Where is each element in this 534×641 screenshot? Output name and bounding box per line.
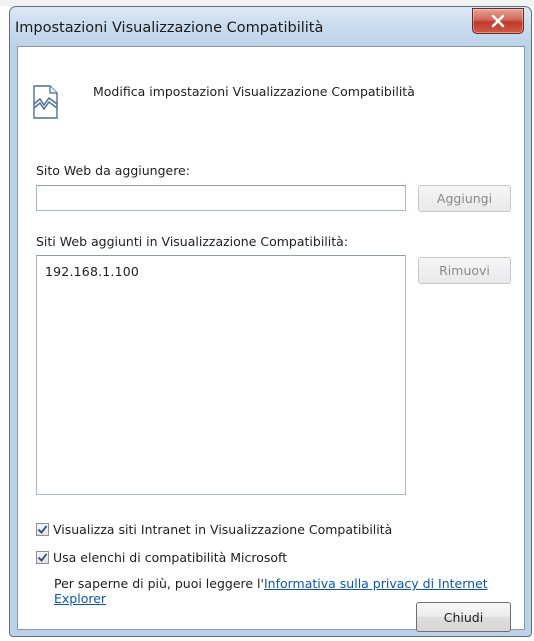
add-site-input[interactable] bbox=[36, 185, 406, 211]
title-bar[interactable]: Impostazioni Visualizzazione Compatibili… bbox=[10, 7, 531, 51]
microsoft-lists-checkbox[interactable] bbox=[36, 551, 49, 564]
privacy-info-prefix: Per saperne di più, puoi leggere l' bbox=[54, 576, 264, 591]
site-listbox[interactable]: 192.168.1.100 bbox=[36, 255, 406, 495]
header-text: Modifica impostazioni Visualizzazione Co… bbox=[93, 84, 415, 99]
close-window-button[interactable] bbox=[472, 8, 524, 34]
microsoft-lists-label: Usa elenchi di compatibilità Microsoft bbox=[53, 550, 288, 565]
microsoft-lists-option[interactable]: Usa elenchi di compatibilità Microsoft bbox=[36, 550, 287, 565]
list-item[interactable]: 192.168.1.100 bbox=[45, 264, 139, 279]
intranet-checkbox[interactable] bbox=[36, 523, 49, 536]
dialog-body: Modifica impostazioni Visualizzazione Co… bbox=[17, 46, 525, 632]
dialog-title: Impostazioni Visualizzazione Compatibili… bbox=[15, 20, 324, 36]
broken-page-icon bbox=[33, 85, 58, 119]
remove-button[interactable]: Rimuovi bbox=[418, 257, 511, 284]
site-list-label: Siti Web aggiunti in Visualizzazione Com… bbox=[36, 234, 349, 249]
close-x-icon bbox=[491, 14, 505, 28]
checkmark-icon bbox=[37, 553, 48, 562]
compat-settings-dialog: Impostazioni Visualizzazione Compatibili… bbox=[9, 6, 532, 637]
close-button[interactable]: Chiudi bbox=[416, 602, 511, 632]
intranet-option-label: Visualizza siti Intranet in Visualizzazi… bbox=[53, 522, 393, 537]
add-site-label: Sito Web da aggiungere: bbox=[36, 163, 190, 178]
intranet-option[interactable]: Visualizza siti Intranet in Visualizzazi… bbox=[36, 522, 392, 537]
checkmark-icon bbox=[37, 525, 48, 534]
add-button[interactable]: Aggiungi bbox=[418, 185, 511, 212]
